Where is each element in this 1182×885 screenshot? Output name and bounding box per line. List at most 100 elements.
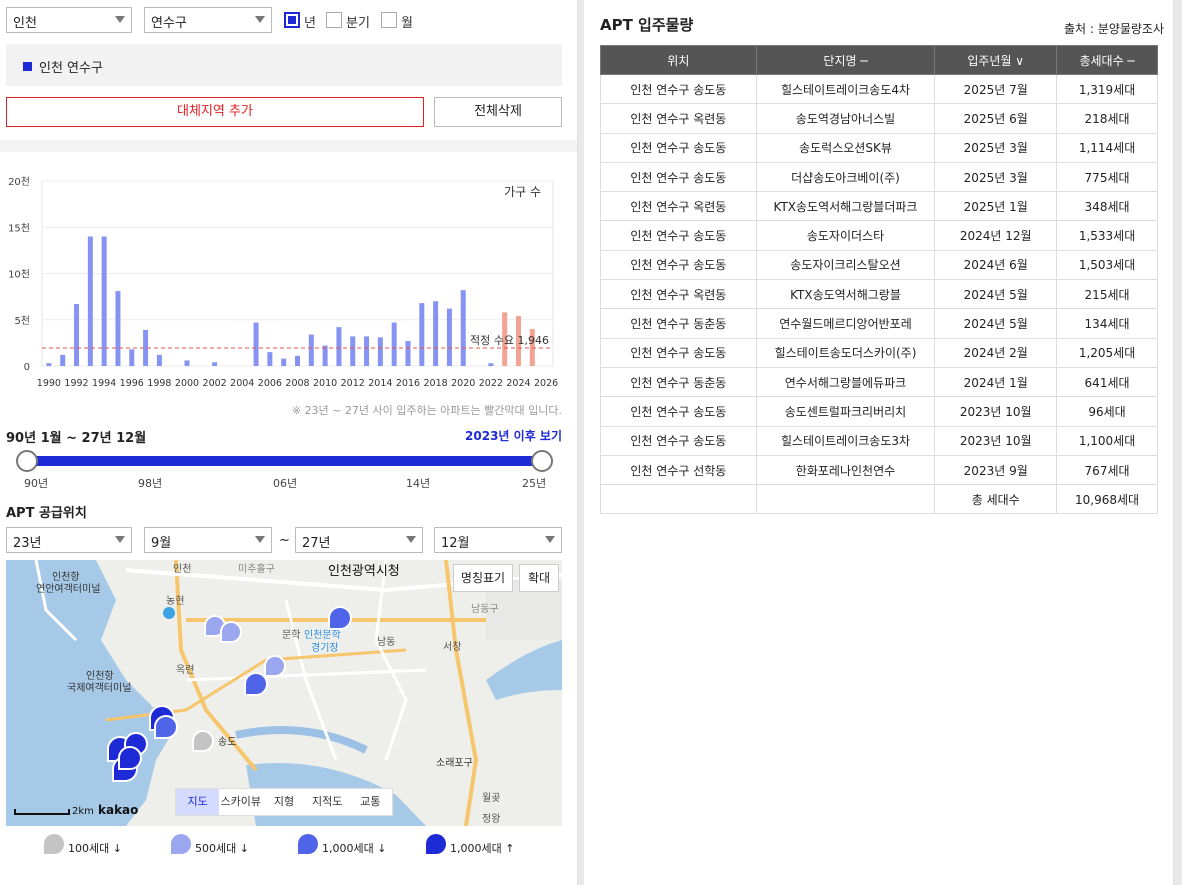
table-cell: 한화포레나인천연수 — [755, 454, 936, 486]
x-tick-label: 2004 — [230, 378, 254, 389]
chart-bar — [336, 327, 342, 366]
from-month-select[interactable]: 9월 — [144, 527, 272, 553]
apartment-marker[interactable] — [154, 715, 178, 739]
table-cell: 힐스테이트레이크송도4차 — [755, 73, 936, 105]
map-scale-label: 2km — [72, 806, 94, 817]
district-select[interactable]: 연수구 — [144, 7, 272, 33]
table-row[interactable]: 인천 연수구 송도동 더샵송도아크베이(주) 2025년 3월 775세대 — [600, 161, 1158, 193]
table-row[interactable]: 인천 연수구 송도동 힐스테이트레이크송도4차 2025년 7월 1,319세대 — [600, 73, 1158, 105]
series-label: 가구 수 — [504, 185, 541, 199]
chart-note: ※ 23년 ~ 27년 사이 입주하는 아파트는 빨간막대 입니다. — [291, 404, 562, 417]
table-cell: KTX송도역서해그랑블더파크 — [755, 191, 936, 222]
table-row[interactable]: 인천 연수구 송도동 힐스테이트송도더스카이(주) 2024년 2월 1,205세대 — [600, 337, 1158, 368]
column-header-move-in[interactable]: 입주년월 ∨ — [934, 45, 1058, 75]
apartment-marker[interactable] — [220, 621, 242, 643]
chart-bar — [364, 336, 370, 366]
map-tab-cadastral[interactable]: 지적도 — [306, 789, 349, 815]
table-row[interactable]: 인천 연수구 송도동 송도자이더스타 2024년 12월 1,533세대 — [600, 220, 1158, 251]
table-row[interactable]: 인천 연수구 송도동 힐스테이트레이크송도3차 2023년 10월 1,100세대 — [600, 425, 1158, 456]
kakao-logo: kakao — [98, 803, 139, 817]
chart-bar — [405, 341, 411, 366]
table-row[interactable]: 인천 연수구 동춘동 연수서해그랑블에듀파크 2024년 1월 641세대 — [600, 366, 1158, 398]
from-month-value: 9월 — [151, 536, 172, 551]
table-cell: 힐스테이트레이크송도3차 — [755, 425, 936, 456]
map-tab-terrain[interactable]: 지형 — [262, 789, 305, 815]
table-row[interactable]: 인천 연수구 동춘동 연수월드메르디앙어반포레 2024년 5월 134세대 — [600, 308, 1158, 339]
supply-map[interactable]: 인천광역시청 인천항 연안여객터미널 인천항 국제여객터미널 인천문학 경기장 … — [6, 560, 562, 826]
chart-bar — [60, 354, 66, 366]
map-label: 월곶 — [482, 793, 501, 804]
table-cell: 인천 연수구 동춘동 — [600, 308, 757, 339]
add-alt-region-button[interactable]: 대체지역 추가 — [6, 97, 424, 127]
table-row[interactable]: 인천 연수구 송도동 송도자이크리스탈오션 2024년 6월 1,503세대 — [600, 249, 1158, 281]
apartment-marker[interactable] — [264, 655, 286, 677]
table-empty-cell — [600, 484, 757, 515]
column-header-location: 위치 — [600, 45, 757, 75]
apartment-marker[interactable] — [118, 746, 142, 770]
table-row[interactable]: 인천 연수구 옥련동 KTX송도역서해그랑블 2024년 5월 215세대 — [600, 279, 1158, 310]
table-cell: 인천 연수구 송도동 — [600, 132, 757, 163]
map-label: 송도 — [218, 737, 237, 748]
to-year-value: 27년 — [302, 536, 331, 551]
table-cell: KTX송도역서해그랑블 — [755, 279, 936, 310]
table-row[interactable]: 인천 연수구 옥련동 송도역경남아너스빌 2025년 6월 218세대 — [600, 103, 1158, 134]
map-zoom-button[interactable]: 확대 — [519, 564, 559, 592]
chart-bar — [446, 308, 452, 366]
map-label: 남동 — [377, 637, 396, 648]
x-tick-label: 2006 — [258, 378, 282, 389]
map-label-toggle-button[interactable]: 명칭표기 — [453, 564, 513, 592]
panel-divider[interactable] — [577, 0, 584, 885]
table-cell: 2024년 12월 — [934, 220, 1058, 251]
scrollbar-track[interactable] — [1173, 0, 1182, 885]
chevron-down-icon — [115, 16, 125, 23]
table-row[interactable]: 인천 연수구 송도동 송도럭스오션SK뷰 2025년 3월 1,114세대 — [600, 132, 1158, 163]
range-slider-end-handle[interactable] — [531, 450, 553, 472]
marker-gray-icon — [44, 834, 64, 854]
table-row[interactable]: 인천 연수구 송도동 송도센트럴파크리버리치 2023년 10월 96세대 — [600, 396, 1158, 427]
column-header-complex[interactable]: 단지명 ─ — [755, 45, 936, 75]
chart-bar — [281, 358, 287, 366]
range-slider-track[interactable] — [26, 456, 542, 466]
left-panel: 인천 연수구 년 분기 월 인천 연수구 대체지역 추가 전체삭제 0 5천 10천… — [0, 0, 577, 885]
x-tick-label: 2026 — [534, 378, 558, 389]
table-cell: 2025년 7월 — [934, 73, 1058, 105]
from-year-select[interactable]: 23년 — [6, 527, 132, 553]
chart-bar — [433, 301, 439, 366]
map-label: 인천 — [173, 564, 192, 575]
chart-bar — [46, 363, 52, 366]
table-cell: 인천 연수구 옥련동 — [600, 191, 757, 222]
table-cell: 1,503세대 — [1056, 249, 1158, 281]
apartment-marker[interactable] — [192, 730, 214, 752]
x-tick-label: 1996 — [120, 378, 144, 389]
source-label: 출처 : 분양물량조사 — [1064, 22, 1164, 36]
to-month-select[interactable]: 12월 — [434, 527, 562, 553]
table-cell: 인천 연수구 송도동 — [600, 220, 757, 251]
after-2023-link[interactable]: 2023년 이후 보기 — [465, 427, 562, 444]
column-header-households[interactable]: 총세대수 ─ — [1056, 45, 1158, 75]
chart-bar — [184, 360, 190, 366]
range-slider-start-handle[interactable] — [16, 450, 38, 472]
table-cell: 2024년 1월 — [934, 366, 1058, 398]
period-month-checkbox[interactable] — [381, 12, 397, 28]
table-row[interactable]: 인천 연수구 선학동 한화포레나인천연수 2023년 9월 767세대 — [600, 454, 1158, 486]
delete-all-button[interactable]: 전체삭제 — [434, 97, 562, 127]
period-quarter-checkbox[interactable] — [326, 12, 342, 28]
table-row[interactable]: 인천 연수구 옥련동 KTX송도역서해그랑블더파크 2025년 1월 348세대 — [600, 191, 1158, 222]
table-cell: 송도센트럴파크리버리치 — [755, 396, 936, 427]
marker-blue-icon — [298, 834, 318, 854]
map-tab-traffic[interactable]: 교통 — [349, 789, 392, 815]
apartment-marker[interactable] — [244, 672, 268, 696]
map-label: 농현 — [166, 596, 185, 607]
period-year-checkbox[interactable] — [284, 12, 300, 28]
map-tab-map[interactable]: 지도 — [176, 789, 220, 815]
table-cell: 2025년 3월 — [934, 161, 1058, 193]
table-cell: 1,533세대 — [1056, 220, 1158, 251]
table-cell: 1,205세대 — [1056, 337, 1158, 368]
to-year-select[interactable]: 27년 — [295, 527, 423, 553]
table-cell: 송도럭스오션SK뷰 — [755, 132, 936, 163]
map-tab-skyview[interactable]: 스카이뷰 — [219, 789, 262, 815]
apartment-marker[interactable] — [328, 606, 352, 630]
y-tick-label: 0 — [24, 362, 30, 373]
y-tick-label: 20천 — [8, 176, 30, 188]
city-select[interactable]: 인천 — [6, 7, 132, 33]
